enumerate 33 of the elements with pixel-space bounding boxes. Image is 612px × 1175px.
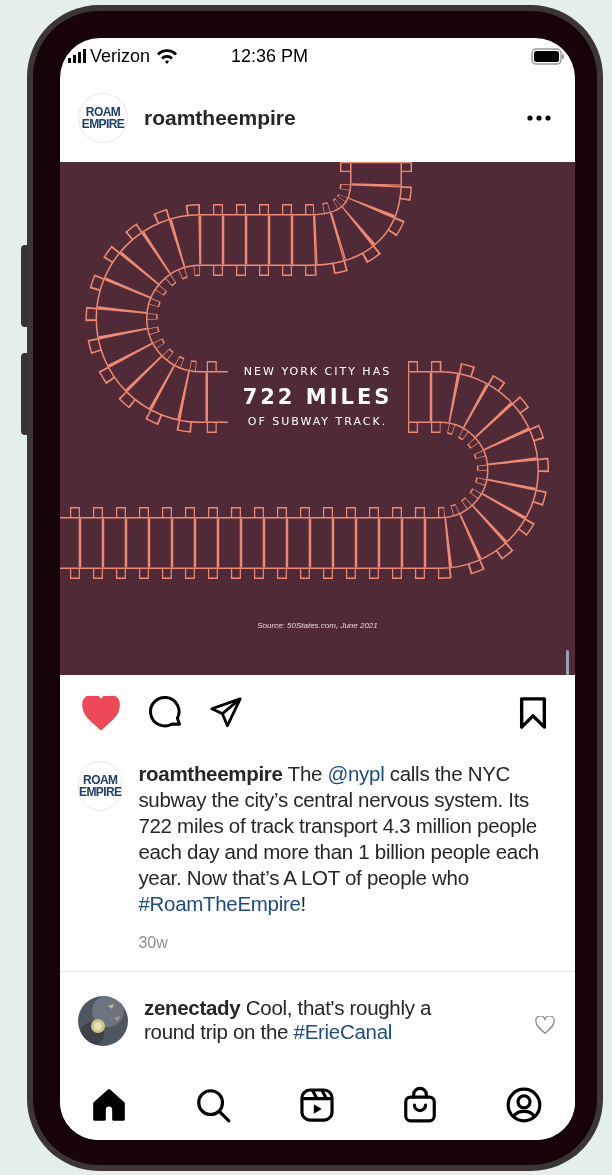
logo-text: ROAM xyxy=(85,106,121,118)
battery-icon xyxy=(531,47,565,65)
carrier-name: Verizon xyxy=(90,44,151,68)
caption-text: roamtheempire The @nypl calls the NYC subway the city’s central nervous system. Its 722 miles of track transport 4.3 million people each day and more than 1 billion people each year. Now that’s A LOT of people who #RoamTheEmpire! xyxy=(138,761,540,917)
post-age: 30w xyxy=(138,933,169,953)
image-text: NEW YORK CITY HAS xyxy=(243,364,392,380)
username-link[interactable]: roamtheempire xyxy=(144,102,296,134)
wifi-icon xyxy=(156,48,179,64)
heart-icon[interactable] xyxy=(535,1016,555,1034)
send-icon[interactable] xyxy=(208,696,244,730)
hashtag-link[interactable]: #RoamTheEmpire xyxy=(138,892,301,915)
username-link[interactable]: zenectady xyxy=(144,996,241,1019)
heart-icon[interactable] xyxy=(82,696,120,730)
image-text: OF SUBWAY TRACK. xyxy=(247,414,388,430)
home-icon[interactable] xyxy=(90,1086,128,1124)
logo-text: EMPIRE xyxy=(79,786,122,798)
comment-text: zenectady Cool, that's roughly a round trip on the #ErieCanal xyxy=(144,996,433,1045)
username-link[interactable]: roamtheempire xyxy=(138,762,283,785)
video-icon[interactable] xyxy=(297,1086,336,1124)
scroll-bar xyxy=(566,650,569,675)
bookmark-icon[interactable] xyxy=(518,696,548,730)
image-headline: 722 MILES xyxy=(242,384,393,411)
hashtag-link[interactable]: #ErieCanal xyxy=(293,1020,392,1043)
profile-icon[interactable] xyxy=(505,1086,543,1124)
status-time: 12:36 PM xyxy=(231,44,309,68)
signal-icon xyxy=(68,49,86,63)
mention-link[interactable]: @nypl xyxy=(327,762,385,785)
avatar[interactable]: ROAM EMPIRE xyxy=(78,93,128,143)
source-text: Source: 50States.com, June 2021 xyxy=(256,620,379,632)
avatar[interactable]: ROAM EMPIRE xyxy=(78,761,123,811)
logo-text: ROAM xyxy=(83,774,118,786)
more-icon[interactable] xyxy=(527,114,551,122)
logo-text: EMPIRE xyxy=(81,118,125,130)
